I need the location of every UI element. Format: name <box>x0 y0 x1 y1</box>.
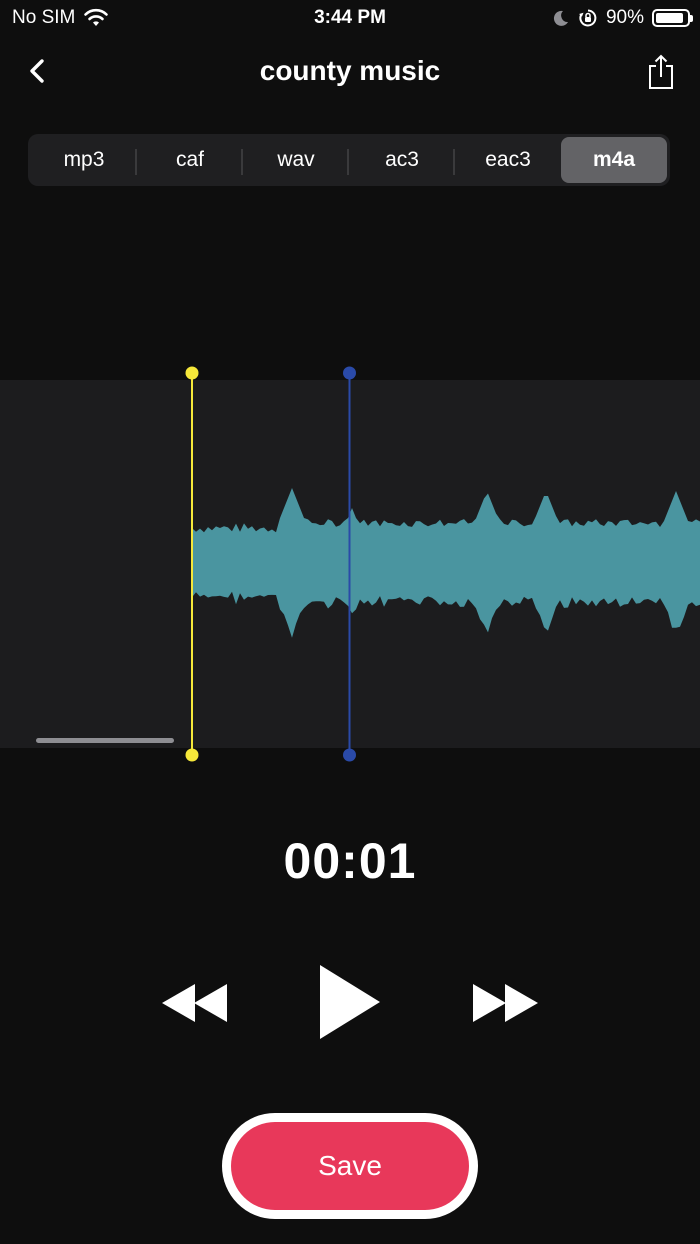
waveform <box>192 488 700 638</box>
horizontal-scrollbar[interactable] <box>36 738 174 743</box>
format-option-ac3[interactable]: ac3 <box>349 137 455 183</box>
orientation-lock-icon <box>578 9 597 27</box>
page-title: county music <box>259 55 441 86</box>
playhead-bottom-handle[interactable] <box>343 748 356 762</box>
moon-icon <box>553 10 568 26</box>
save-button[interactable]: Save <box>231 1122 469 1210</box>
rewind-icon[interactable] <box>160 982 230 1024</box>
fast-forward-icon[interactable] <box>470 982 540 1024</box>
nav-bar: county music <box>0 44 700 100</box>
status-bar: No SIM 3:44 PM 90% <box>0 0 700 36</box>
play-icon[interactable] <box>316 962 382 1042</box>
format-option-wav[interactable]: wav <box>243 137 349 183</box>
status-right: 90% <box>552 7 693 29</box>
battery-percent: 90% <box>605 7 644 28</box>
start-marker-top-handle[interactable] <box>185 366 199 380</box>
format-option-mp3[interactable]: mp3 <box>31 137 137 183</box>
playback-time: 00:01 <box>283 833 417 889</box>
battery-icon <box>652 9 693 27</box>
share-icon[interactable] <box>646 54 676 90</box>
format-option-m4a[interactable]: m4a <box>561 137 667 183</box>
waveform-editor <box>185 366 700 762</box>
start-marker-bottom-handle[interactable] <box>185 748 199 762</box>
battery-fill <box>656 13 683 23</box>
save-button-frame: Save <box>222 1113 478 1219</box>
format-segmented-control: mp3 caf wav ac3 eac3 m4a <box>28 134 670 186</box>
format-option-eac3[interactable]: eac3 <box>455 137 561 183</box>
playhead-top-handle[interactable] <box>343 366 356 380</box>
format-option-caf[interactable]: caf <box>137 137 243 183</box>
